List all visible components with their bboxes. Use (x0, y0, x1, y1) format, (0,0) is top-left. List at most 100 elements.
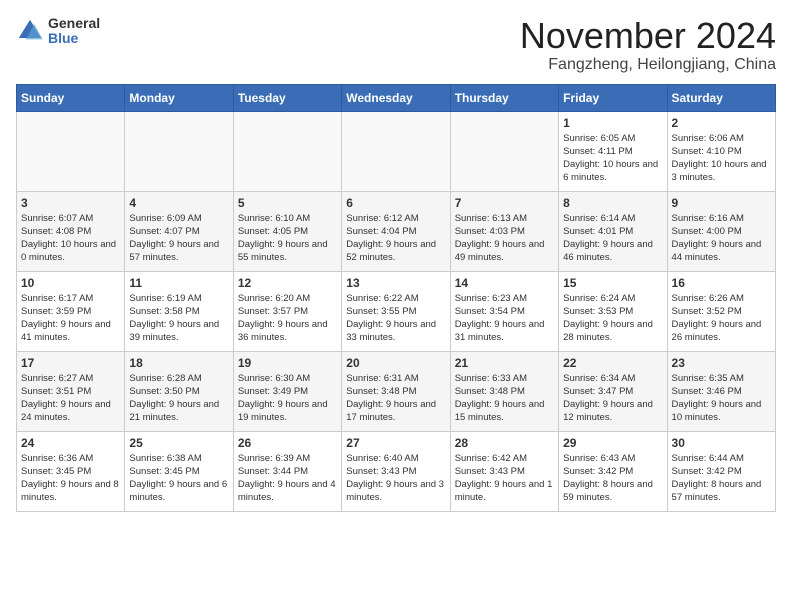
week-row-3: 10 Sunrise: 6:17 AM Sunset: 3:59 PM Dayli… (17, 271, 776, 351)
calendar-cell (342, 111, 450, 191)
calendar-cell: 28Sunrise: 6:42 AM Sunset: 3:43 PM Dayli… (450, 431, 558, 511)
day-number: 3 (21, 196, 120, 210)
day-header-tuesday: Tuesday (233, 84, 341, 111)
day-number: 27 (346, 436, 445, 450)
calendar-cell: 2Sunrise: 6:06 AM Sunset: 4:10 PM Daylig… (667, 111, 775, 191)
calendar-cell: 9 Sunrise: 6:16 AM Sunset: 4:00 PM Daylig… (667, 191, 775, 271)
day-detail: Sunrise: 6:05 AM Sunset: 4:11 PM Dayligh… (563, 132, 662, 185)
calendar-cell: 4Sunrise: 6:09 AM Sunset: 4:07 PM Daylig… (125, 191, 233, 271)
day-detail: Sunrise: 6:22 AM Sunset: 3:55 PM Dayligh… (346, 292, 445, 345)
day-number: 10 (21, 276, 120, 290)
calendar-cell: 10 Sunrise: 6:17 AM Sunset: 3:59 PM Dayli… (17, 271, 125, 351)
day-number: 16 (672, 276, 771, 290)
calendar-cell (125, 111, 233, 191)
day-detail: Sunrise: 6:33 AM Sunset: 3:48 PM Dayligh… (455, 372, 554, 425)
day-number: 6 (346, 196, 445, 210)
calendar-cell: 24 Sunrise: 6:36 AM Sunset: 3:45 PM Dayli… (17, 431, 125, 511)
calendar-cell: 29 Sunrise: 6:43 AM Sunset: 3:42 PM Dayli… (559, 431, 667, 511)
day-detail: Sunrise: 6:14 AM Sunset: 4:01 PM Dayligh… (563, 212, 662, 265)
calendar-cell (17, 111, 125, 191)
logo-text: General Blue (48, 16, 100, 47)
day-number: 29 (563, 436, 662, 450)
day-detail: Sunrise: 6:20 AM Sunset: 3:57 PM Dayligh… (238, 292, 337, 345)
calendar-cell: 12 Sunrise: 6:20 AM Sunset: 3:57 PM Dayli… (233, 271, 341, 351)
day-detail: Sunrise: 6:26 AM Sunset: 3:52 PM Dayligh… (672, 292, 771, 345)
day-detail: Sunrise: 6:16 AM Sunset: 4:00 PM Dayligh… (672, 212, 771, 265)
calendar-cell: 30 Sunrise: 6:44 AM Sunset: 3:42 PM Dayli… (667, 431, 775, 511)
day-number: 17 (21, 356, 120, 370)
day-number: 28 (455, 436, 554, 450)
day-number: 9 (672, 196, 771, 210)
week-row-4: 17 Sunrise: 6:27 AM Sunset: 3:51 PM Dayli… (17, 351, 776, 431)
day-number: 11 (129, 276, 228, 290)
day-number: 19 (238, 356, 337, 370)
day-number: 7 (455, 196, 554, 210)
day-header-sunday: Sunday (17, 84, 125, 111)
day-detail: Sunrise: 6:39 AM Sunset: 3:44 PM Dayligh… (238, 452, 337, 505)
logo-general: General (48, 16, 100, 31)
day-number: 22 (563, 356, 662, 370)
day-detail: Sunrise: 6:44 AM Sunset: 3:42 PM Dayligh… (672, 452, 771, 505)
day-number: 5 (238, 196, 337, 210)
calendar-cell: 15 Sunrise: 6:24 AM Sunset: 3:53 PM Dayli… (559, 271, 667, 351)
calendar-cell: 7Sunrise: 6:13 AM Sunset: 4:03 PM Daylig… (450, 191, 558, 271)
day-detail: Sunrise: 6:27 AM Sunset: 3:51 PM Dayligh… (21, 372, 120, 425)
calendar-table: SundayMondayTuesdayWednesdayThursdayFrid… (16, 84, 776, 512)
day-number: 23 (672, 356, 771, 370)
calendar-cell: 23Sunrise: 6:35 AM Sunset: 3:46 PM Dayli… (667, 351, 775, 431)
calendar-cell: 8 Sunrise: 6:14 AM Sunset: 4:01 PM Daylig… (559, 191, 667, 271)
day-detail: Sunrise: 6:09 AM Sunset: 4:07 PM Dayligh… (129, 212, 228, 265)
day-detail: Sunrise: 6:17 AM Sunset: 3:59 PM Dayligh… (21, 292, 120, 345)
day-number: 15 (563, 276, 662, 290)
day-header-friday: Friday (559, 84, 667, 111)
calendar-cell: 19 Sunrise: 6:30 AM Sunset: 3:49 PM Dayli… (233, 351, 341, 431)
day-number: 12 (238, 276, 337, 290)
day-header-monday: Monday (125, 84, 233, 111)
day-number: 8 (563, 196, 662, 210)
week-row-2: 3Sunrise: 6:07 AM Sunset: 4:08 PM Daylig… (17, 191, 776, 271)
day-number: 21 (455, 356, 554, 370)
day-detail: Sunrise: 6:19 AM Sunset: 3:58 PM Dayligh… (129, 292, 228, 345)
day-detail: Sunrise: 6:24 AM Sunset: 3:53 PM Dayligh… (563, 292, 662, 345)
calendar-cell (450, 111, 558, 191)
calendar-cell: 22 Sunrise: 6:34 AM Sunset: 3:47 PM Dayli… (559, 351, 667, 431)
calendar-cell: 17 Sunrise: 6:27 AM Sunset: 3:51 PM Dayli… (17, 351, 125, 431)
day-number: 18 (129, 356, 228, 370)
day-number: 24 (21, 436, 120, 450)
day-header-wednesday: Wednesday (342, 84, 450, 111)
day-header-saturday: Saturday (667, 84, 775, 111)
day-number: 30 (672, 436, 771, 450)
calendar-cell: 20Sunrise: 6:31 AM Sunset: 3:48 PM Dayli… (342, 351, 450, 431)
calendar-cell: 21 Sunrise: 6:33 AM Sunset: 3:48 PM Dayli… (450, 351, 558, 431)
day-detail: Sunrise: 6:40 AM Sunset: 3:43 PM Dayligh… (346, 452, 445, 505)
day-detail: Sunrise: 6:36 AM Sunset: 3:45 PM Dayligh… (21, 452, 120, 505)
calendar-cell: 11 Sunrise: 6:19 AM Sunset: 3:58 PM Dayli… (125, 271, 233, 351)
calendar-cell: 6 Sunrise: 6:12 AM Sunset: 4:04 PM Daylig… (342, 191, 450, 271)
week-row-5: 24 Sunrise: 6:36 AM Sunset: 3:45 PM Dayli… (17, 431, 776, 511)
week-row-1: 1 Sunrise: 6:05 AM Sunset: 4:11 PM Daylig… (17, 111, 776, 191)
location: Fangzheng, Heilongjiang, China (520, 56, 776, 74)
day-detail: Sunrise: 6:38 AM Sunset: 3:45 PM Dayligh… (129, 452, 228, 505)
day-detail: Sunrise: 6:34 AM Sunset: 3:47 PM Dayligh… (563, 372, 662, 425)
day-detail: Sunrise: 6:30 AM Sunset: 3:49 PM Dayligh… (238, 372, 337, 425)
calendar-cell: 25 Sunrise: 6:38 AM Sunset: 3:45 PM Dayli… (125, 431, 233, 511)
calendar-cell (233, 111, 341, 191)
day-header-thursday: Thursday (450, 84, 558, 111)
page-header: General Blue November 2024 Fangzheng, He… (16, 16, 776, 74)
day-number: 20 (346, 356, 445, 370)
day-number: 1 (563, 116, 662, 130)
calendar-cell: 18 Sunrise: 6:28 AM Sunset: 3:50 PM Dayli… (125, 351, 233, 431)
day-detail: Sunrise: 6:23 AM Sunset: 3:54 PM Dayligh… (455, 292, 554, 345)
month-title: November 2024 (520, 16, 776, 56)
calendar-cell: 27 Sunrise: 6:40 AM Sunset: 3:43 PM Dayli… (342, 431, 450, 511)
day-number: 25 (129, 436, 228, 450)
logo-icon (16, 17, 44, 45)
day-detail: Sunrise: 6:28 AM Sunset: 3:50 PM Dayligh… (129, 372, 228, 425)
day-detail: Sunrise: 6:12 AM Sunset: 4:04 PM Dayligh… (346, 212, 445, 265)
calendar-cell: 13 Sunrise: 6:22 AM Sunset: 3:55 PM Dayli… (342, 271, 450, 351)
day-detail: Sunrise: 6:43 AM Sunset: 3:42 PM Dayligh… (563, 452, 662, 505)
day-detail: Sunrise: 6:06 AM Sunset: 4:10 PM Dayligh… (672, 132, 771, 185)
day-number: 13 (346, 276, 445, 290)
calendar-cell: 26Sunrise: 6:39 AM Sunset: 3:44 PM Dayli… (233, 431, 341, 511)
title-block: November 2024 Fangzheng, Heilongjiang, C… (520, 16, 776, 74)
